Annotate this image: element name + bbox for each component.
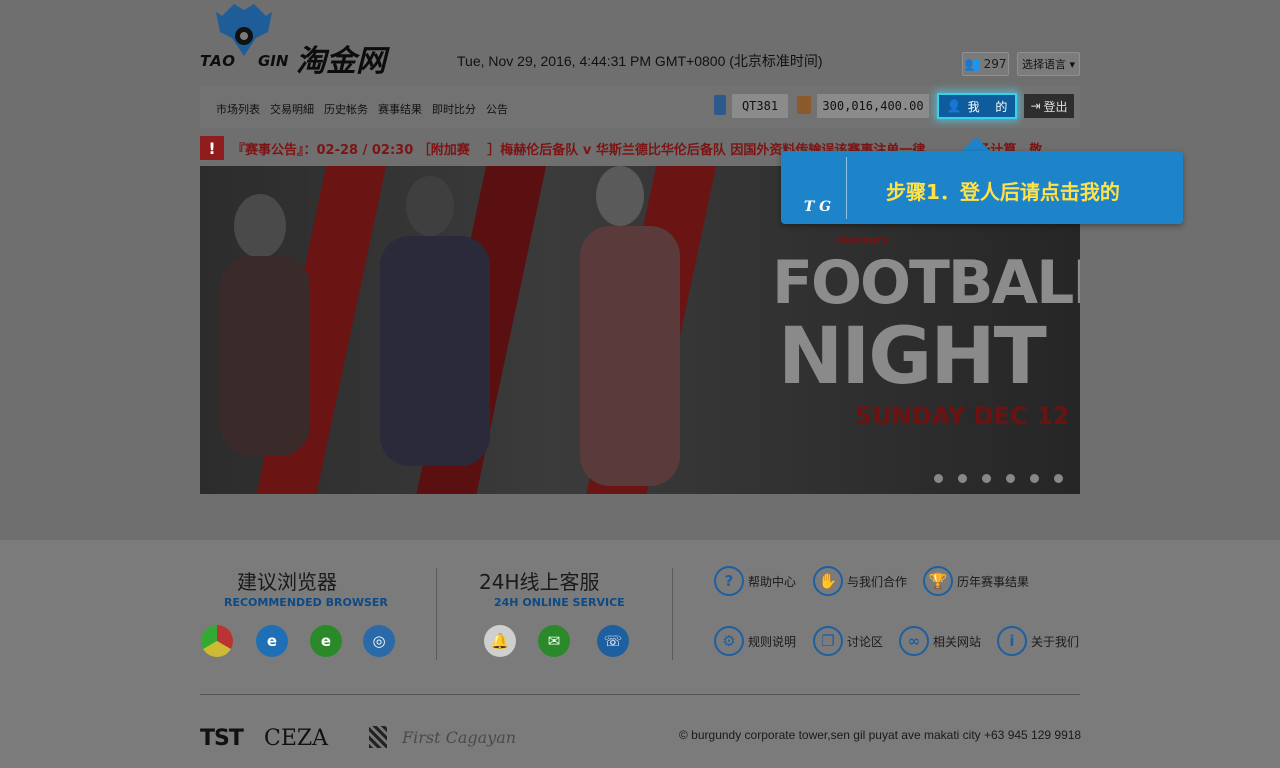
carousel-dot[interactable] <box>1054 474 1063 483</box>
banner-presents: PRESENTS <box>836 237 889 247</box>
logout-button[interactable]: ⇥ 登出 <box>1024 94 1074 118</box>
nav-live-scores[interactable]: 即时比分 <box>432 101 476 117</box>
user-icon: 👤 <box>946 99 962 113</box>
nav-history[interactable]: 历史帐务 <box>324 101 368 117</box>
online-count: 297 <box>983 57 1007 71</box>
service-subtitle: 24H ONLINE SERVICE <box>494 596 625 609</box>
footer-divider <box>672 568 673 660</box>
carousel-dot[interactable] <box>1030 474 1039 483</box>
help-center-label: 帮助中心 <box>748 574 797 589</box>
page: TAO GIN 淘金网 Tue, Nov 29, 2016, 4:44:31 P… <box>0 0 1280 768</box>
banner-headline-night: NIGHT <box>778 312 1047 402</box>
logo-text-chinese: 淘金网 <box>296 44 386 79</box>
tooltip-logo-icon: T G <box>789 157 847 219</box>
account-balance: 300,016,400.00 <box>817 94 929 118</box>
partner-ceza-logo: CEZA <box>264 726 329 751</box>
account-icon <box>714 95 726 115</box>
current-datetime: Tue, Nov 29, 2016, 4:44:31 PM GMT+0800 (… <box>457 53 823 69</box>
chat-bell-icon[interactable]: 🔔 <box>484 625 516 657</box>
forum-icon: ❐ <box>813 626 843 656</box>
banner-headline: FOOTBALL <box>772 248 1080 318</box>
chrome-icon[interactable] <box>201 625 233 657</box>
carousel-dot[interactable] <box>982 474 991 483</box>
my-account-label: 我 的 <box>967 99 1008 114</box>
rules-label: 规则说明 <box>748 634 797 649</box>
logo-text-gin: GIN <box>258 52 289 70</box>
browser-title: 建议浏览器 <box>237 570 337 594</box>
tooltip-text: 步骤1．登人后请点击我的 <box>886 180 1120 204</box>
trophy-icon: 🏆 <box>923 566 953 596</box>
tooltip-arrow <box>962 137 990 151</box>
carousel-dot[interactable] <box>934 474 943 483</box>
account-id: QT381 <box>732 94 788 118</box>
company-address: © burgundy corporate tower,sen gil puyat… <box>679 728 1082 742</box>
nav-results[interactable]: 赛事结果 <box>378 101 422 117</box>
alert-icon: ! <box>200 136 224 160</box>
step-tooltip: T G 步骤1．登人后请点击我的 <box>781 151 1183 224</box>
carousel-dot[interactable] <box>958 474 967 483</box>
main-navbar: 市场列表 交易明細 历史帐务 赛事结果 即时比分 公告 QT381 300,01… <box>200 86 1080 128</box>
banner-date: SUNDAY DEC 12 <box>855 402 1070 430</box>
ie-green-icon[interactable]: e <box>310 625 342 657</box>
service-title: 24H线上客服 <box>479 570 600 594</box>
site-logo[interactable]: TAO GIN 淘金网 <box>200 2 420 79</box>
browser-360-icon[interactable]: ◎ <box>363 625 395 657</box>
footer-divider-horizontal <box>200 694 1080 695</box>
past-results-label: 历年赛事结果 <box>957 574 1030 589</box>
nav-market-list[interactable]: 市场列表 <box>216 101 260 117</box>
info-icon: i <box>997 626 1027 656</box>
logo-text-tao: TAO <box>200 52 236 70</box>
language-select[interactable]: 选择语言 ▾ <box>1017 52 1080 76</box>
carousel-dot[interactable] <box>1006 474 1015 483</box>
ie-icon[interactable]: e <box>256 625 288 657</box>
about-us-link[interactable]: i 关于我们 <box>997 626 1079 656</box>
nav-links: 市场列表 交易明細 历史帐务 赛事结果 即时比分 公告 <box>216 101 508 117</box>
nav-announcements[interactable]: 公告 <box>486 101 508 117</box>
player-silhouettes-image <box>220 166 680 486</box>
related-sites-link[interactable]: ∞ 相关网站 <box>899 626 981 656</box>
my-account-button[interactable]: 👤 我 的 <box>937 93 1017 119</box>
online-users-button[interactable]: 👥 297 <box>962 52 1009 76</box>
past-results-link[interactable]: 🏆 历年赛事结果 <box>923 566 1029 596</box>
phone-icon[interactable]: ☏ <box>597 625 629 657</box>
rules-link[interactable]: ⚙ 规则说明 <box>714 626 796 656</box>
carousel-dots <box>934 474 1063 483</box>
partner-first-cagayan-logo: First Cagayan <box>402 728 517 747</box>
partner-seal-icon <box>369 726 387 748</box>
related-sites-label: 相关网站 <box>933 634 982 649</box>
forum-link[interactable]: ❐ 讨论区 <box>813 626 883 656</box>
handshake-icon: ✋ <box>813 566 843 596</box>
cooperate-label: 与我们合作 <box>847 574 908 589</box>
help-center-link[interactable]: ? 帮助中心 <box>714 566 796 596</box>
question-icon: ? <box>714 566 744 596</box>
logout-icon: ⇥ <box>1030 99 1041 113</box>
link-icon: ∞ <box>899 626 929 656</box>
about-us-label: 关于我们 <box>1031 634 1080 649</box>
wallet-icon <box>797 96 811 114</box>
logout-label: 登出 <box>1043 99 1068 114</box>
partner-tst-logo: TST <box>200 726 244 751</box>
eagle-logo-icon <box>216 4 272 56</box>
gear-icon: ⚙ <box>714 626 744 656</box>
footer-divider <box>436 568 437 660</box>
wechat-icon[interactable]: ✉ <box>538 625 570 657</box>
footer-area <box>0 540 1280 768</box>
nav-transactions[interactable]: 交易明細 <box>270 101 314 117</box>
cooperate-link[interactable]: ✋ 与我们合作 <box>813 566 907 596</box>
browser-subtitle: RECOMMENDED BROWSER <box>224 596 388 609</box>
users-icon: 👥 <box>964 56 981 72</box>
forum-label: 讨论区 <box>847 634 884 649</box>
